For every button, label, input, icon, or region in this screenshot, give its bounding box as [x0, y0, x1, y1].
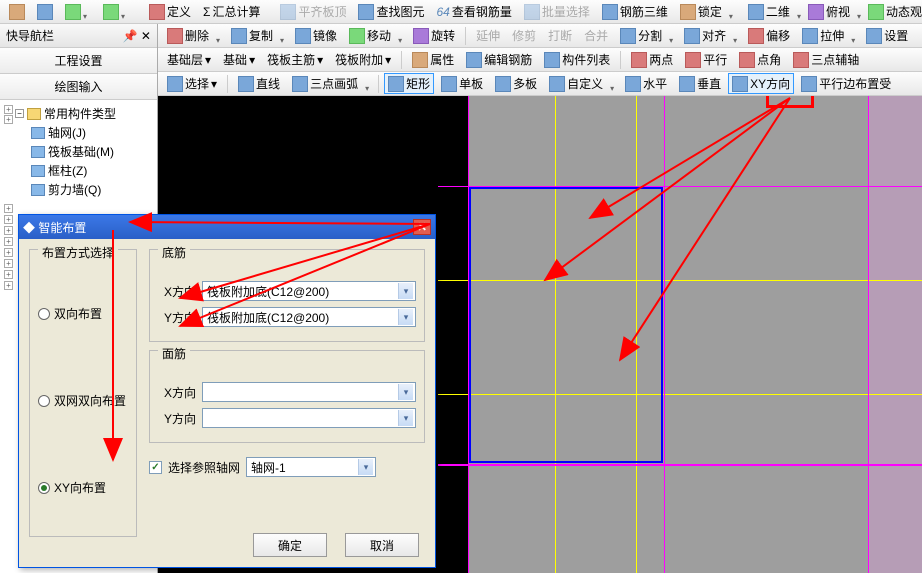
- smart-layout-dialog: ◆ 智能布置 ✕ 布置方式选择 双向布置 双网双向布置 XY向布置 底筋: [18, 214, 436, 568]
- bottom-y-select[interactable]: 筏板附加底(C12@200)▾: [202, 307, 416, 327]
- dynamic-view-button[interactable]: 动态观: [863, 0, 922, 23]
- move-button[interactable]: 移动: [344, 24, 396, 47]
- x-dir-label-2: X方向: [158, 384, 196, 401]
- copy-button[interactable]: 复制: [226, 24, 278, 47]
- batch-select-button[interactable]: 批量选择: [519, 0, 595, 23]
- raft-extra-select[interactable]: 筏板附加 ▾: [330, 48, 396, 71]
- tree-item-column[interactable]: 框柱(Z): [15, 161, 153, 180]
- find-element-button[interactable]: 查找图元: [353, 0, 429, 23]
- merge-button[interactable]: 合并: [579, 24, 613, 47]
- rotate-button[interactable]: 旋转: [408, 24, 460, 47]
- close-icon[interactable]: ✕: [413, 219, 431, 235]
- rebar-3d-button[interactable]: 钢筋三维: [597, 0, 673, 23]
- split-button[interactable]: 分割: [615, 24, 667, 47]
- sum-calc-button[interactable]: Σ 汇总计算: [198, 0, 265, 23]
- mirror-button[interactable]: 镜像: [290, 24, 342, 47]
- component-list-button[interactable]: 构件列表: [539, 48, 615, 71]
- top-x-select[interactable]: ▾: [202, 382, 416, 402]
- align-top-button[interactable]: 平齐板顶: [275, 0, 351, 23]
- tree-item-raft[interactable]: 筏板基础(M): [15, 142, 153, 161]
- xy-direction-button[interactable]: XY方向: [728, 73, 794, 94]
- line-button[interactable]: 直线: [233, 72, 285, 95]
- lock-button[interactable]: 锁定: [675, 0, 727, 23]
- save-icon[interactable]: [32, 1, 58, 23]
- vertical-button[interactable]: 垂直: [674, 72, 726, 95]
- delete-button[interactable]: 删除: [162, 24, 214, 47]
- draw-toolbar: 选择 ▾ 直线 三点画弧 矩形 单板 多板 自定义 水平 垂直 XY方向 平行边…: [158, 72, 922, 96]
- two-point-button[interactable]: 两点: [626, 48, 678, 71]
- parallel-button[interactable]: 平行: [680, 48, 732, 71]
- edit-toolbar: 删除 复制 镜像 移动 旋转 延伸 修剪 打断 合并 分割 对齐 偏移 拉伸 设…: [158, 24, 922, 48]
- 2d-button[interactable]: 二维: [743, 0, 795, 23]
- offset-button[interactable]: 偏移: [743, 24, 795, 47]
- top-rebar-label: 面筋: [158, 345, 190, 362]
- x-dir-label: X方向: [158, 283, 196, 300]
- break-button[interactable]: 打断: [543, 24, 577, 47]
- property-button[interactable]: 属性: [407, 48, 459, 71]
- dialog-titlebar[interactable]: ◆ 智能布置 ✕: [19, 215, 435, 239]
- ref-axis-select[interactable]: 轴网-1▾: [246, 457, 376, 477]
- y-dir-label-2: Y方向: [158, 410, 196, 427]
- single-board-button[interactable]: 单板: [436, 72, 488, 95]
- bottom-rebar-label: 底筋: [158, 244, 190, 261]
- base-layer-select[interactable]: 基础层 ▾: [162, 48, 216, 71]
- select-button[interactable]: 选择 ▾: [162, 72, 222, 95]
- settings-button[interactable]: 设置: [861, 24, 913, 47]
- edit-rebar-button[interactable]: 编辑钢筋: [461, 48, 537, 71]
- base-select[interactable]: 基础 ▾: [218, 48, 260, 71]
- extend-button[interactable]: 延伸: [471, 24, 505, 47]
- top-y-select[interactable]: ▾: [202, 408, 416, 428]
- stretch-button[interactable]: 拉伸: [797, 24, 849, 47]
- folder-icon: [27, 108, 41, 120]
- radio-bidirectional[interactable]: 双向布置: [38, 305, 128, 322]
- point-angle-button[interactable]: 点角: [734, 48, 786, 71]
- pin-icon[interactable]: 📌 ✕: [123, 29, 151, 43]
- ref-axis-checkbox[interactable]: ✓: [149, 461, 162, 474]
- multi-board-button[interactable]: 多板: [490, 72, 542, 95]
- bottom-x-select[interactable]: 筏板附加底(C12@200)▾: [202, 281, 416, 301]
- parallel-edge-button[interactable]: 平行边布置受: [796, 72, 896, 95]
- undo-icon[interactable]: [60, 1, 96, 23]
- dialog-icon: ◆: [23, 221, 35, 235]
- view-angle-button[interactable]: 俯视: [803, 0, 855, 23]
- cancel-button[interactable]: 取消: [345, 533, 419, 557]
- top-toolbar: 定义 Σ 汇总计算 平齐板顶 查找图元 64 查看钢筋量 批量选择 钢筋三维 锁…: [0, 0, 922, 24]
- radio-xy[interactable]: XY向布置: [38, 479, 128, 496]
- arc-button[interactable]: 三点画弧: [287, 72, 363, 95]
- component-toolbar: 基础层 ▾ 基础 ▾ 筏板主筋 ▾ 筏板附加 ▾ 属性 编辑钢筋 构件列表 两点…: [158, 48, 922, 72]
- view-rebar-button[interactable]: 64 查看钢筋量: [431, 0, 516, 23]
- nav-panel-title: 快导航栏 📌 ✕: [0, 24, 157, 48]
- y-dir-label: Y方向: [158, 309, 196, 326]
- three-point-aux-button[interactable]: 三点辅轴: [788, 48, 864, 71]
- align-button[interactable]: 对齐: [679, 24, 731, 47]
- redo-icon[interactable]: [98, 1, 134, 23]
- rect-button[interactable]: 矩形: [384, 73, 434, 94]
- raft-main-select[interactable]: 筏板主筋 ▾: [262, 48, 328, 71]
- horizontal-button[interactable]: 水平: [620, 72, 672, 95]
- open-icon[interactable]: [4, 1, 30, 23]
- layout-group-label: 布置方式选择: [38, 244, 118, 261]
- tree-root[interactable]: − 常用构件类型: [15, 104, 153, 123]
- tab-draw-input[interactable]: 绘图输入: [0, 74, 157, 100]
- trim-button[interactable]: 修剪: [507, 24, 541, 47]
- ok-button[interactable]: 确定: [253, 533, 327, 557]
- custom-button[interactable]: 自定义: [544, 72, 608, 95]
- ref-axis-label: 选择参照轴网: [168, 459, 240, 476]
- tab-project-settings[interactable]: 工程设置: [0, 48, 157, 74]
- tree-item-axis[interactable]: 轴网(J): [15, 123, 153, 142]
- define-button[interactable]: 定义: [144, 0, 196, 23]
- tree-item-wall[interactable]: 剪力墙(Q): [15, 180, 153, 199]
- collapse-icon[interactable]: −: [15, 109, 24, 118]
- radio-double-net[interactable]: 双网双向布置: [38, 392, 128, 409]
